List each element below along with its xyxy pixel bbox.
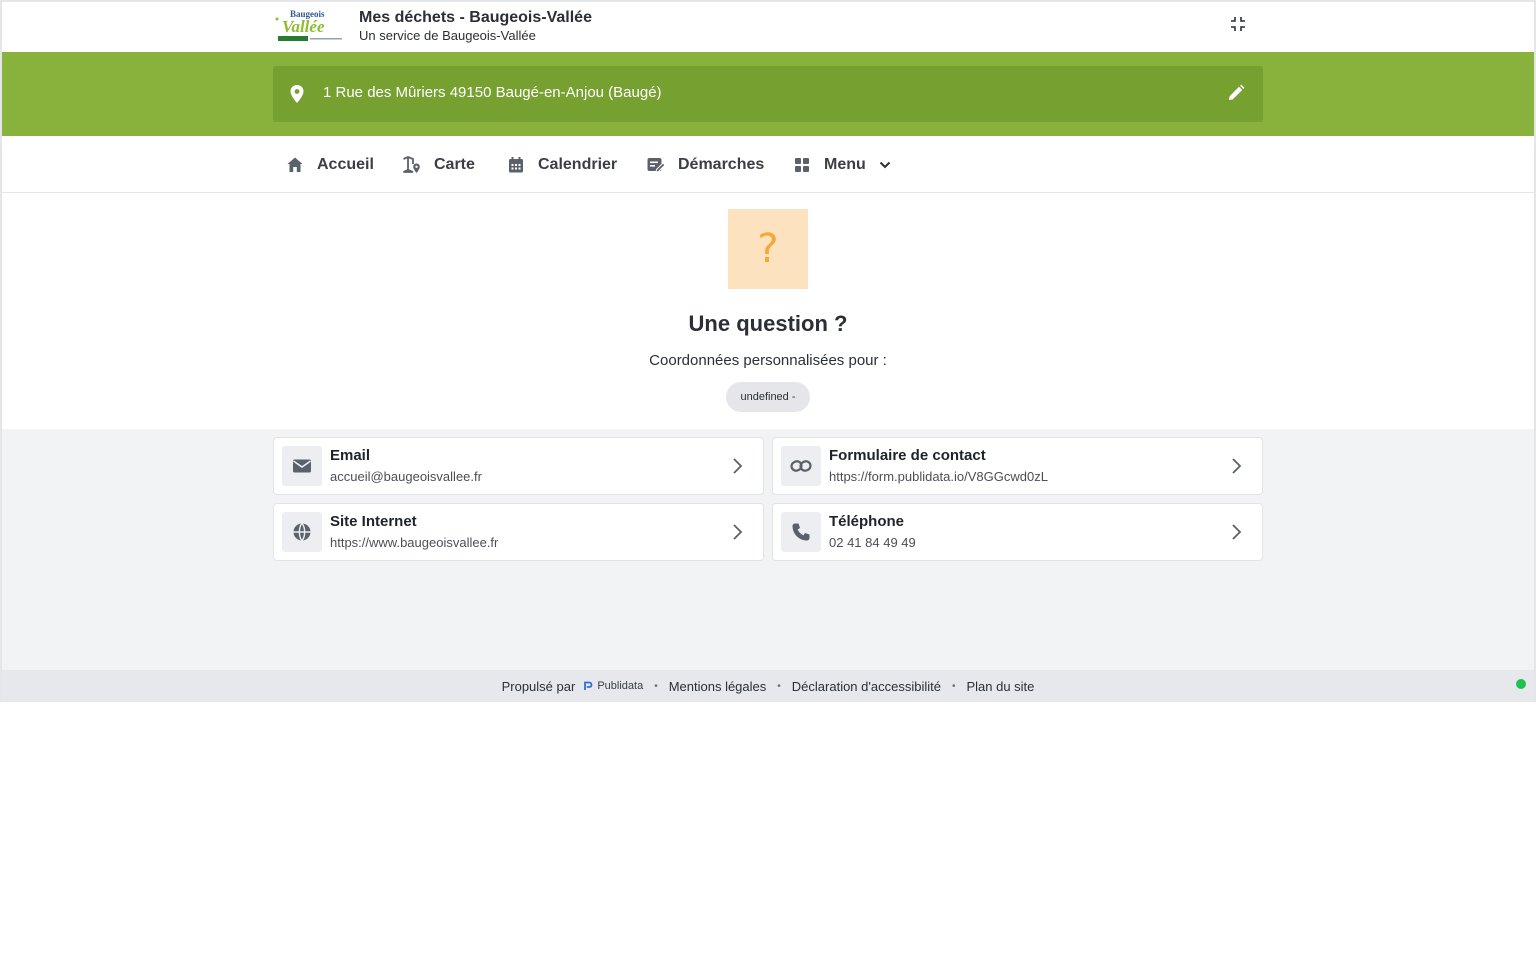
contact-card-form[interactable]: Formulaire de contact https://form.publi… [772, 437, 1263, 495]
contact-value: https://form.publidata.io/V8GGcwd0zL [829, 469, 1048, 484]
envelope-icon [282, 446, 322, 486]
baugeois-vallee-logo[interactable]: Baugeois Vallée [274, 8, 346, 44]
nav-item-accueil[interactable]: Accueil [285, 136, 374, 193]
nav-item-carte[interactable]: Carte [402, 136, 475, 193]
question-icon: ? [728, 209, 808, 289]
globe-icon [282, 512, 322, 552]
chevron-right-icon [1232, 458, 1242, 474]
contact-title: Email [330, 447, 371, 464]
contact-card-website[interactable]: Site Internet https://www.baugeoisvallee… [273, 503, 764, 561]
contact-value: 02 41 84 49 49 [829, 535, 916, 550]
map-icon [402, 155, 422, 175]
address-band: 1 Rue des Mûriers 49150 Baugé-en-Anjou (… [2, 52, 1534, 136]
nav-item-demarches[interactable]: Démarches [646, 136, 764, 193]
nav-label-calendrier: Calendrier [538, 155, 618, 173]
hero-subtitle: Coordonnées personnalisées pour : [649, 352, 887, 369]
main-nav: Accueil Carte Calendrier Démarches Menu [2, 136, 1534, 193]
contact-title: Site Internet [330, 513, 417, 530]
publidata-brand: Publidata [597, 680, 644, 692]
footer: Propulsé par Publidata • Mentions légale… [2, 670, 1534, 702]
app-subtitle: Un service de Baugeois-Vallée [359, 28, 536, 43]
home-icon [285, 155, 305, 175]
separator: • [777, 680, 781, 692]
grid-icon [792, 155, 812, 175]
separator: • [654, 680, 658, 692]
hero-title: Une question ? [688, 311, 848, 336]
footer-link-sitemap[interactable]: Plan du site [966, 679, 1034, 694]
footer-link-mentions[interactable]: Mentions légales [669, 679, 767, 694]
phone-icon [781, 512, 821, 552]
chevron-right-icon [733, 524, 743, 540]
context-pill: undefined - [726, 382, 810, 412]
logo-text-main: Vallée [282, 17, 325, 36]
separator: • [951, 680, 956, 692]
contact-title: Téléphone [829, 513, 905, 530]
nav-label-accueil: Accueil [317, 155, 374, 173]
app-title: Mes déchets - Baugeois-Vallée [359, 9, 592, 26]
nav-item-calendrier[interactable]: Calendrier [506, 136, 617, 193]
nav-item-menu[interactable]: Menu [792, 136, 892, 193]
contact-card-phone[interactable]: Téléphone 02 41 84 49 49 [772, 503, 1263, 561]
chevron-right-icon [1232, 524, 1242, 540]
chevron-right-icon [733, 458, 743, 474]
form-edit-icon [646, 155, 666, 175]
chevron-down-icon [878, 158, 892, 172]
address-text: 1 Rue des Mûriers 49150 Baugé-en-Anjou (… [323, 84, 662, 101]
address-selector[interactable]: 1 Rue des Mûriers 49150 Baugé-en-Anjou (… [273, 66, 1263, 122]
calendar-icon [506, 155, 526, 175]
contact-value: accueil@baugeoisvallee.fr [330, 469, 482, 484]
contact-title: Formulaire de contact [829, 447, 986, 464]
nav-label-carte: Carte [434, 155, 475, 173]
top-bar [2, 2, 1534, 52]
contact-value: https://www.baugeoisvallee.fr [330, 535, 499, 550]
contact-area [2, 429, 1534, 670]
footer-link-accessibility[interactable]: Déclaration d'accessibilité [792, 679, 941, 694]
status-dot [1516, 679, 1526, 689]
powered-by-label: Propulsé par [501, 678, 576, 694]
nav-label-demarches: Démarches [678, 155, 765, 173]
publidata-link[interactable]: Publidata [583, 680, 643, 692]
contact-card-email[interactable]: Email accueil@baugeoisvallee.fr [273, 437, 764, 495]
link-icon [781, 446, 821, 486]
pencil-icon[interactable] [1227, 84, 1245, 102]
nav-label-menu: Menu [824, 155, 866, 173]
publidata-logo-icon [584, 681, 593, 690]
map-pin-icon [290, 85, 304, 103]
collapse-button[interactable] [1226, 12, 1250, 36]
collapse-icon [1231, 17, 1245, 31]
